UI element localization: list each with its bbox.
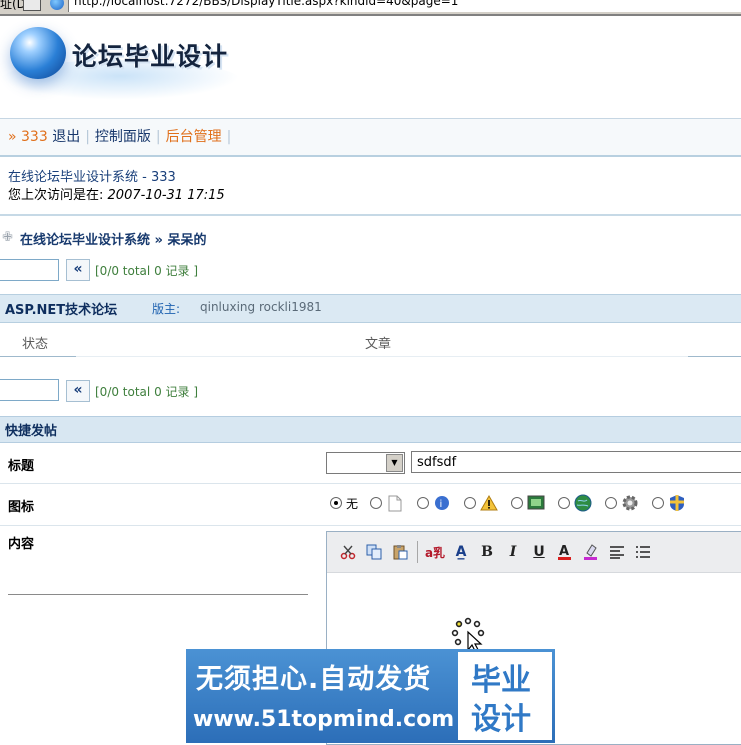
chevron-down-icon[interactable]: ▼: [386, 454, 403, 472]
breadcrumb-current: 呆呆的: [167, 233, 207, 248]
breadcrumb-icon: ✙: [2, 230, 13, 245]
title-label: 标题: [8, 459, 35, 474]
pager-status: [0/0 total 0 记录 ]: [95, 264, 199, 278]
font-color-icon[interactable]: A: [552, 540, 578, 564]
list-icon[interactable]: [630, 540, 656, 564]
nav-divider: |: [85, 129, 90, 145]
quick-post-header: [0, 416, 741, 443]
icon-label: 图标: [8, 500, 35, 515]
divider: [8, 594, 308, 595]
username-link[interactable]: » 333: [8, 129, 48, 145]
user-nav: » 333 退出 | 控制面版 | 后台管理 |: [8, 126, 236, 146]
breadcrumb: 在线论坛毕业设计系统 » 呆呆的: [20, 229, 207, 248]
icon-radio[interactable]: [511, 497, 524, 509]
page-number-input[interactable]: [0, 379, 59, 401]
icon-radio[interactable]: [417, 497, 430, 509]
icon-none-label: 无: [346, 496, 359, 511]
image-icon: [527, 494, 545, 512]
toolbar-separator: [417, 541, 418, 563]
last-visit-label: 您上次访问是在:: [8, 188, 104, 203]
bold-icon[interactable]: B: [474, 540, 500, 564]
loading-spinner-icon: [451, 617, 485, 654]
moderator-names[interactable]: qinluxing rockli1981: [200, 300, 322, 314]
url-text[interactable]: http://localhost:7272/BBS/DisplayTitle.a…: [74, 0, 458, 8]
warning-icon: [480, 494, 498, 512]
divider: [0, 214, 741, 216]
divider: [76, 356, 688, 357]
editor-toolbar: a乳 A̲ B I U A: [327, 532, 741, 573]
svg-text:A: A: [559, 544, 569, 559]
cut-icon[interactable]: [335, 540, 361, 564]
title-input[interactable]: [411, 451, 741, 473]
control-panel-link[interactable]: 控制面版: [95, 129, 151, 145]
document-icon: [386, 494, 404, 512]
logout-link[interactable]: 退出: [52, 129, 80, 145]
info-icon: i: [433, 494, 451, 512]
prev-page-button[interactable]: «: [66, 259, 90, 281]
icon-radio-none[interactable]: [330, 497, 342, 509]
page-number-input[interactable]: [0, 259, 59, 281]
nav-divider: |: [226, 129, 232, 145]
quick-post-title: 快捷发帖: [5, 424, 58, 439]
welcome-line: 在线论坛毕业设计系统 - 333: [8, 170, 176, 185]
forum-name[interactable]: ASP.NET技术论坛: [5, 299, 117, 318]
icon-picker: 无 i: [330, 493, 695, 513]
logo-globe-icon: [10, 27, 66, 79]
pager-status: [0/0 total 0 记录 ]: [95, 385, 199, 399]
svg-text:i: i: [440, 499, 443, 510]
column-article: 文章: [365, 337, 392, 352]
align-icon[interactable]: [604, 540, 630, 564]
shield-icon: [668, 494, 686, 512]
globe-icon: [574, 494, 592, 512]
icon-radio[interactable]: [464, 497, 477, 509]
gear-icon: [621, 494, 639, 512]
icon-radio[interactable]: [605, 497, 618, 509]
icon-radio[interactable]: [370, 497, 383, 509]
nav-divider: |: [155, 129, 161, 145]
spellcheck-icon[interactable]: a乳: [422, 540, 448, 564]
last-visit-line: 您上次访问是在: 2007-10-31 17:15: [8, 184, 225, 203]
icon-radio[interactable]: [652, 497, 665, 509]
last-visit-time: 2007-10-31 17:15: [107, 188, 225, 203]
watermark-badge-line2: 设计: [471, 702, 531, 737]
column-status: 状态: [22, 337, 49, 352]
divider: [0, 525, 741, 526]
go-icon[interactable]: [23, 0, 41, 11]
watermark-slogan: 无须担心.自动发货: [196, 664, 432, 695]
icon-radio[interactable]: [558, 497, 571, 509]
paste-icon[interactable]: [387, 540, 413, 564]
italic-icon[interactable]: I: [500, 540, 526, 564]
underline-icon[interactable]: U: [526, 540, 552, 564]
admin-link[interactable]: 后台管理: [166, 129, 222, 145]
moderator-label: 版主:: [152, 302, 181, 316]
font-size-icon[interactable]: A̲: [448, 540, 474, 564]
prev-page-button[interactable]: «: [66, 380, 90, 402]
watermark-url: www.51topmind.com: [193, 707, 455, 732]
watermark-badge-line1: 毕业: [471, 663, 531, 698]
content-label: 内容: [8, 537, 35, 552]
highlight-icon[interactable]: [578, 540, 604, 564]
divider: [0, 483, 741, 484]
breadcrumb-site-link[interactable]: 在线论坛毕业设计系统: [20, 233, 150, 248]
copy-icon[interactable]: [361, 540, 387, 564]
breadcrumb-separator: »: [154, 233, 163, 248]
site-logo-title: 论坛毕业设计: [72, 42, 229, 71]
